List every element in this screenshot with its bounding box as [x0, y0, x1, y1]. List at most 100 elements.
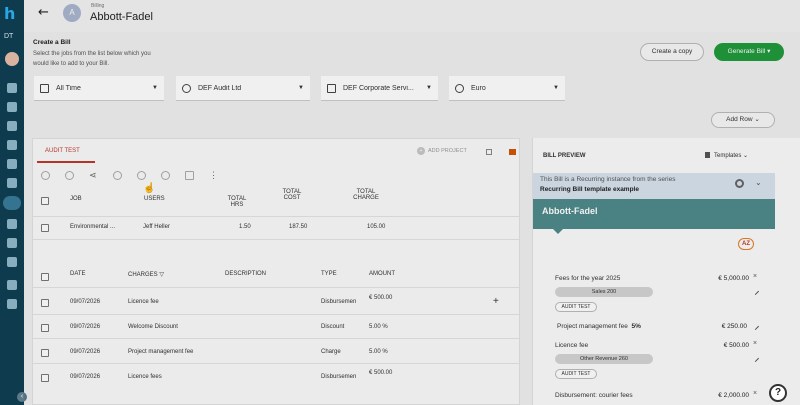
line-item-amount: € 500.00 [723, 342, 749, 349]
col-description: DESCRIPTION [225, 271, 267, 277]
add-project-label: ADD PROJECT [428, 148, 467, 154]
client-select[interactable]: DEF Audit Ltd ▼ [176, 76, 310, 101]
settings-icon[interactable] [7, 280, 17, 290]
recurring-notice: This Bill is a Recurring instance from t… [540, 176, 676, 183]
collapse-rail-icon[interactable]: ‹ [17, 392, 27, 402]
reports-icon[interactable] [7, 238, 17, 248]
bill-preview-title: BILL PREVIEW [543, 153, 586, 159]
user-avatar[interactable] [5, 52, 19, 66]
card-icon[interactable] [7, 219, 17, 229]
pointer-cursor-icon: ☝ [143, 183, 156, 194]
filter-icon[interactable]: ▽ [159, 272, 164, 278]
back-arrow-icon[interactable]: ← [38, 5, 49, 20]
account-pill[interactable]: Sales 200 [555, 287, 653, 297]
org-switcher[interactable]: DT [4, 33, 13, 40]
share-icon[interactable]: ⋖ [89, 171, 98, 180]
charge-amount: 5.00 % [369, 349, 388, 355]
print-icon[interactable] [185, 171, 194, 180]
add-charge-plus-icon[interactable]: + [493, 296, 499, 307]
line-item-label: Licence fee [555, 342, 589, 349]
power-icon[interactable] [7, 299, 17, 309]
cancel-icon[interactable] [161, 171, 170, 180]
dropdown-caret-icon[interactable]: ▾ [767, 48, 770, 55]
clock-action-icon[interactable] [65, 171, 74, 180]
create-copy-button[interactable]: Create a copy [640, 43, 704, 61]
calendar-nav-icon[interactable] [7, 102, 17, 112]
job-row-checkbox[interactable] [41, 224, 49, 232]
charge-amount: € 500.00 [369, 370, 393, 376]
team-icon[interactable] [7, 257, 17, 267]
create-bill-heading: Create a Bill [33, 39, 71, 46]
chevron-down-icon: ▼ [553, 85, 559, 91]
close-icon[interactable]: × [753, 273, 757, 280]
charge-amount: € 500.00 [369, 295, 393, 301]
jobs-panel: AUDIT TEST + ADD PROJECT ⋖ ⋮ JOB USERS TO… [32, 138, 520, 405]
add-row-label: Add Row [726, 116, 753, 123]
charge-type: Charge [321, 349, 341, 355]
charge-row-checkbox[interactable] [41, 374, 49, 382]
line-item-label-text: Project management fee [557, 323, 628, 330]
charge-row-checkbox[interactable] [41, 324, 49, 332]
hand-icon[interactable] [113, 171, 122, 180]
account-pill[interactable]: Other Revenue 260 [555, 354, 653, 364]
col-total-hrs: TOTAL HRS [227, 196, 247, 208]
currency-select-value: Euro [471, 85, 486, 92]
entity-select[interactable]: DEF Corporate Servi... ▼ [321, 76, 438, 101]
generate-bill-label: Generate Bill [727, 48, 766, 55]
billing-tag-icon[interactable] [3, 196, 21, 210]
job-charge: 105.00 [367, 224, 386, 230]
charge-amount: 5.00 % [369, 324, 388, 330]
charge-name[interactable]: Project management fee [128, 349, 193, 355]
inbox-icon[interactable] [7, 178, 17, 188]
add-project-button[interactable]: + ADD PROJECT [417, 147, 467, 155]
edit-pencil-icon[interactable] [751, 287, 760, 296]
refresh-icon[interactable] [41, 171, 50, 180]
charge-name[interactable]: Welcome Discount [128, 324, 178, 330]
grid-view-icon[interactable] [486, 149, 492, 155]
gear-icon[interactable] [735, 179, 744, 188]
recurring-series-name[interactable]: Recurring Bill template example [540, 186, 639, 193]
edit-pencil-icon[interactable] [751, 354, 760, 363]
generate-bill-button[interactable]: Generate Bill ▾ [714, 43, 784, 61]
more-vert-icon[interactable]: ⋮ [209, 171, 218, 180]
edit-pencil-icon[interactable] [751, 322, 760, 331]
bill-preview-panel: BILL PREVIEW Templates ⌄ This Bill is a … [532, 138, 800, 405]
charge-name[interactable]: Licence fee [128, 299, 159, 305]
currency-select[interactable]: Euro ▼ [449, 76, 565, 101]
charge-date: 09/07/2026 [70, 374, 101, 380]
chevron-down-icon: ▼ [298, 85, 304, 91]
client-banner: Abbott-Fadel [533, 199, 775, 234]
charge-name[interactable]: Licence fees [128, 374, 162, 380]
job-name[interactable]: Environmental ... [70, 224, 115, 230]
help-button[interactable]: ? [769, 384, 787, 402]
select-all-jobs-checkbox[interactable] [41, 197, 49, 205]
select-all-charges-checkbox[interactable] [41, 273, 49, 281]
charge-row-checkbox[interactable] [41, 299, 49, 307]
clock-icon[interactable] [7, 121, 17, 131]
dashboard-icon[interactable] [7, 83, 17, 93]
clients-icon[interactable] [7, 140, 17, 150]
divider [33, 363, 519, 364]
create-bill-description: Select the jobs from the list below whic… [33, 51, 151, 67]
close-icon[interactable]: × [753, 390, 757, 397]
divider [33, 287, 519, 288]
entity-select-value: DEF Corporate Servi... [343, 85, 414, 92]
sort-az-button[interactable]: AZ [738, 238, 754, 250]
col-total-charge: TOTAL CHARGE [353, 189, 379, 201]
page-title: Abbott-Fadel [90, 11, 153, 23]
breadcrumb: Billing [91, 3, 105, 9]
money-icon[interactable] [137, 171, 146, 180]
documents-icon[interactable] [7, 159, 17, 169]
close-icon[interactable]: × [753, 340, 757, 347]
chevron-down-icon[interactable]: ⌄ [755, 178, 762, 187]
list-view-icon[interactable] [509, 149, 516, 155]
period-select[interactable]: All Time ▼ [34, 76, 164, 101]
charge-type: Disbursemen [321, 374, 357, 380]
charge-type: Discount [321, 324, 345, 330]
document-icon [705, 152, 710, 158]
col-type: TYPE [321, 271, 337, 277]
templates-dropdown[interactable]: Templates ⌄ [705, 152, 748, 159]
add-row-button[interactable]: Add Row ⌄ [711, 112, 775, 128]
charge-row-checkbox[interactable] [41, 349, 49, 357]
tab-audit-test[interactable]: AUDIT TEST [45, 148, 80, 154]
